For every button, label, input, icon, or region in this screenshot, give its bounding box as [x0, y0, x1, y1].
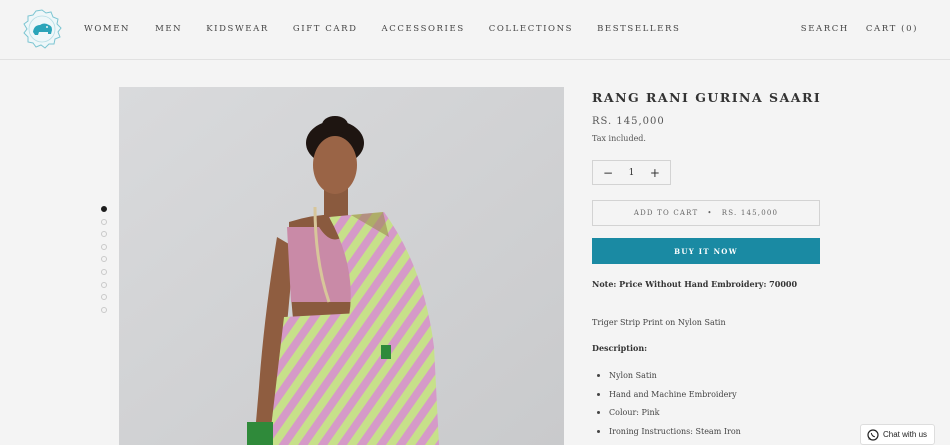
chat-label: Chat with us — [883, 430, 928, 439]
quantity-increase-button[interactable]: + — [650, 166, 660, 180]
product-image[interactable] — [119, 87, 564, 445]
gallery-dot[interactable] — [101, 268, 107, 275]
chat-widget-button[interactable]: Chat with us — [860, 424, 935, 445]
description-heading: Description: — [592, 343, 648, 353]
product-title: RANG RANI GURINA SAARI — [592, 90, 822, 105]
gallery-dot[interactable] — [101, 256, 107, 263]
list-item: Nylon Satin — [592, 371, 741, 390]
product-price: RS. 145,000 — [592, 116, 665, 127]
tax-note: Tax included. — [592, 134, 646, 143]
gallery-dot[interactable] — [101, 206, 107, 212]
cart-link[interactable]: CART (0) — [866, 24, 918, 34]
search-link[interactable]: SEARCH — [801, 24, 849, 34]
header-utilities: SEARCH CART (0) — [784, 24, 918, 34]
description-list: Nylon Satin Hand and Machine Embroidery … — [592, 371, 741, 445]
quantity-stepper: − 1 + — [592, 160, 671, 185]
price-note: Note: Price Without Hand Embroidery: 700… — [592, 279, 798, 289]
list-item: Ironing Instructions: Steam Iron — [592, 427, 741, 445]
nav-item-gift-card[interactable]: GIFT CARD — [293, 24, 358, 34]
list-item: Hand and Machine Embroidery — [592, 390, 741, 409]
nav-item-bestsellers[interactable]: BESTSELLERS — [597, 24, 680, 34]
add-to-cart-separator: • — [707, 209, 713, 217]
list-item: Colour: Pink — [592, 408, 741, 427]
nav-item-women[interactable]: WOMEN — [84, 24, 130, 34]
nav-item-kidswear[interactable]: KIDSWEAR — [206, 24, 269, 34]
quantity-value[interactable]: 1 — [629, 168, 635, 178]
site-header: WOMEN MEN KIDSWEAR GIFT CARD ACCESSORIES… — [0, 0, 950, 60]
gallery-dot[interactable] — [101, 281, 107, 288]
gallery-dot[interactable] — [101, 243, 107, 250]
main-nav: WOMEN MEN KIDSWEAR GIFT CARD ACCESSORIES… — [84, 24, 704, 34]
add-to-cart-price: RS. 145,000 — [721, 209, 779, 217]
quantity-decrease-button[interactable]: − — [603, 166, 613, 180]
gallery-pagination — [101, 206, 107, 319]
nav-item-accessories[interactable]: ACCESSORIES — [382, 24, 465, 34]
add-to-cart-button[interactable]: ADD TO CART • RS. 145,000 — [592, 200, 820, 226]
gallery-dot[interactable] — [101, 231, 107, 238]
gallery-dot[interactable] — [101, 218, 107, 225]
add-to-cart-label: ADD TO CART — [633, 209, 699, 217]
buy-now-button[interactable]: BUY IT NOW — [592, 238, 820, 264]
whatsapp-icon — [867, 428, 879, 441]
gallery-dot[interactable] — [101, 306, 107, 313]
short-description: Triger Strip Print on Nylon Satin — [592, 318, 726, 327]
nav-item-collections[interactable]: COLLECTIONS — [489, 24, 573, 34]
gallery-dot[interactable] — [101, 294, 107, 301]
nav-item-men[interactable]: MEN — [155, 24, 182, 34]
brand-logo[interactable] — [22, 9, 62, 49]
